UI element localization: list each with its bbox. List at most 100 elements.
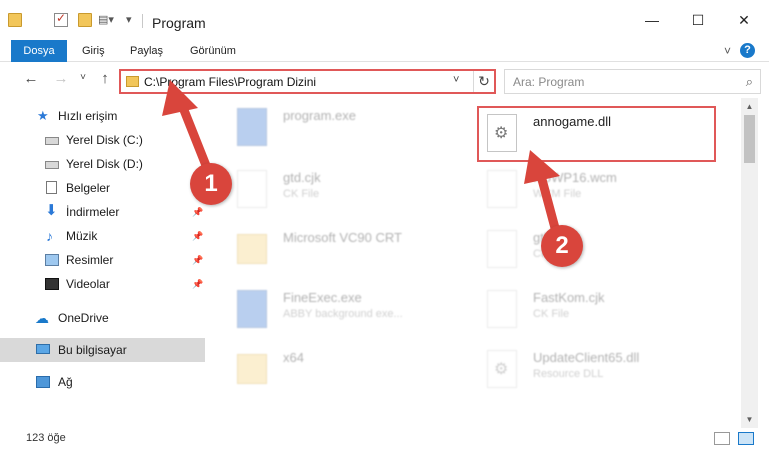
pin-icon[interactable]: 📌 [192, 272, 203, 296]
close-button[interactable]: ✕ [721, 0, 767, 40]
recent-locations-button[interactable]: ˅ [73, 72, 93, 83]
file-item[interactable]: FastKom.cjk CK File [477, 282, 727, 338]
file-highlight-box [477, 106, 716, 162]
toolbar-separator [142, 14, 143, 28]
sidebar-item-label: Hızlı erişim [58, 109, 118, 123]
step-2-marker: 2 [541, 225, 583, 267]
address-path[interactable]: C:\Program Files\Program Dizini [144, 75, 316, 89]
details-view-icon[interactable] [714, 432, 730, 445]
refresh-button[interactable]: ↻ [473, 71, 494, 92]
drive-icon [45, 137, 59, 145]
tiles-view-icon[interactable] [738, 432, 754, 445]
pin-icon[interactable]: 📌 [192, 248, 203, 272]
file-item[interactable]: x64 [227, 342, 477, 398]
properties-icon[interactable] [54, 11, 68, 27]
music-icon: ♪ [46, 228, 53, 244]
customize-toolbar-icon[interactable]: ▤▾ [98, 13, 114, 27]
sidebar-item-label: Müzik [66, 229, 98, 243]
download-icon: ⬇ [45, 202, 58, 219]
sidebar-item-local-disk-c[interactable]: Yerel Disk (C:) [0, 128, 205, 152]
minimize-button[interactable]: — [629, 0, 675, 40]
search-icon[interactable]: ⌕ [746, 74, 753, 90]
chevron-down-icon[interactable]: ˅ [453, 74, 459, 86]
scroll-thumb[interactable] [744, 115, 755, 163]
ribbon-expand-icon[interactable]: ˅ [712, 40, 743, 62]
title-bar: ▤▾ ▾ Program — ☐ ✕ [0, 0, 769, 40]
new-folder-icon[interactable] [78, 13, 92, 27]
navigation-pane: ★ Hızlı erişim Yerel Disk (C:) Yerel Dis… [0, 98, 205, 428]
quick-access-dropdown-icon[interactable]: ▾ [126, 13, 140, 27]
file-item[interactable]: UpdateClient65.dll Resource DLL [477, 342, 727, 398]
tab-share[interactable]: Paylaş [118, 40, 175, 62]
file-name: gtd.cjk [283, 170, 321, 185]
file-icon [487, 170, 517, 208]
sidebar-item-label: Yerel Disk (D:) [66, 157, 143, 171]
network-icon [36, 376, 50, 388]
maximize-button[interactable]: ☐ [675, 0, 721, 40]
file-type: Resource DLL [533, 368, 604, 380]
sidebar-item-documents[interactable]: Belgeler [0, 176, 205, 200]
folder-icon [237, 234, 267, 264]
file-type: ABBY background exe... [283, 308, 403, 320]
sidebar-item-music[interactable]: ♪ Müzik 📌 [0, 224, 205, 248]
status-bar: 123 öğe [0, 428, 769, 464]
dll-file-icon [487, 350, 517, 388]
video-icon [45, 278, 59, 290]
application-icon [237, 108, 267, 146]
sidebar-item-pictures[interactable]: Resimler 📌 [0, 248, 205, 272]
pictures-icon [45, 254, 59, 266]
file-item[interactable]: Microsoft VC90 CRT [227, 222, 477, 278]
sidebar-item-quick-access[interactable]: ★ Hızlı erişim [0, 104, 205, 128]
sidebar-item-videos[interactable]: Videolar 📌 [0, 272, 205, 296]
item-count: 123 öğe [26, 432, 66, 444]
file-item[interactable]: program.exe [227, 100, 477, 156]
up-button[interactable]: ↑ [95, 70, 115, 87]
sidebar-item-label: Belgeler [66, 181, 111, 195]
file-type: CK File [283, 188, 320, 200]
file-item[interactable]: FineExec.exe ABBY background exe... [227, 282, 477, 338]
file-name: ...oWP16.wcm [533, 170, 617, 185]
sidebar-item-network[interactable]: Ağ [0, 370, 205, 394]
search-input[interactable] [505, 70, 735, 93]
file-item[interactable]: gtd.cjk CK File [227, 162, 477, 218]
sidebar-item-downloads[interactable]: ⬇ İndirmeler 📌 [0, 200, 205, 224]
scroll-up-icon[interactable]: ▲ [741, 98, 758, 115]
pin-icon[interactable]: 📌 [192, 200, 203, 224]
file-icon [487, 290, 517, 328]
sidebar-item-label: OneDrive [58, 311, 109, 325]
sidebar-item-label: İndirmeler [66, 205, 120, 219]
file-icon [487, 230, 517, 268]
file-icon [237, 170, 267, 208]
file-name: UpdateClient65.dll [533, 350, 640, 365]
file-name: program.exe [283, 108, 356, 123]
star-icon: ★ [37, 108, 49, 123]
tab-home[interactable]: Giriş [70, 40, 117, 62]
folder-icon[interactable] [8, 13, 22, 27]
document-icon [46, 181, 57, 194]
vertical-scrollbar[interactable]: ▲ ▼ [741, 98, 758, 428]
help-icon[interactable]: ? [740, 43, 755, 58]
ribbon-tabs: Dosya Giriş Paylaş Görünüm ˅ ? [0, 40, 769, 96]
file-type: WCM File [533, 188, 582, 200]
file-name: Microsoft VC90 CRT [283, 230, 402, 245]
folder-icon [126, 76, 139, 87]
search-box[interactable]: ⌕ [504, 69, 761, 94]
address-bar[interactable]: C:\Program Files\Program Dizini ˅ ↻ [119, 69, 496, 94]
computer-icon [36, 344, 50, 354]
cloud-icon: ☁ [35, 310, 49, 326]
forward-button[interactable]: → [51, 70, 71, 87]
tab-view[interactable]: Görünüm [178, 40, 248, 62]
sidebar-item-this-pc[interactable]: Bu bilgisayar [0, 338, 205, 362]
pin-icon[interactable]: 📌 [192, 224, 203, 248]
file-item[interactable]: ...oWP16.wcm WCM File [477, 162, 727, 218]
back-button[interactable]: ← [21, 70, 41, 87]
file-name: x64 [283, 350, 304, 365]
file-item[interactable]: gtl CI [477, 222, 727, 278]
file-name: FastKom.cjk [533, 290, 605, 305]
scroll-down-icon[interactable]: ▼ [741, 411, 758, 428]
drive-icon [45, 161, 59, 169]
address-row: ← → ˅ ↑ C:\Program Files\Program Dizini … [0, 62, 769, 98]
file-list: program.exe annogame.dll gtd.cjk CK File… [213, 98, 741, 428]
sidebar-item-onedrive[interactable]: ☁ OneDrive [0, 306, 205, 330]
sidebar-item-local-disk-d[interactable]: Yerel Disk (D:) [0, 152, 205, 176]
